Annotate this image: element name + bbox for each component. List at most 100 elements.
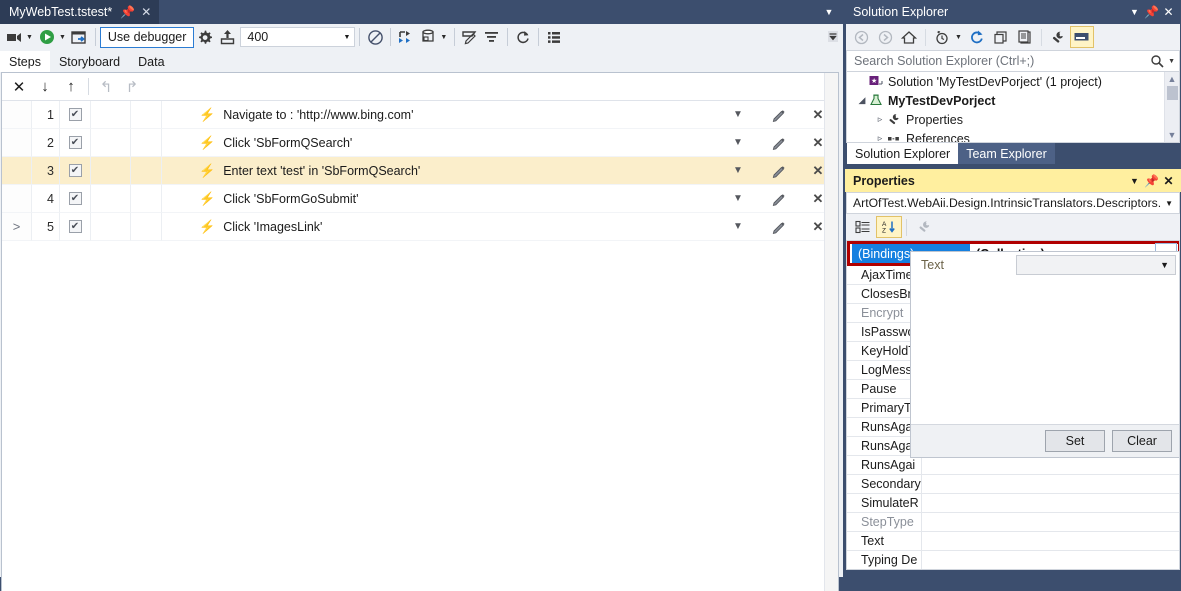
scroll-down-arrow[interactable]: ▼ (1168, 130, 1177, 140)
row-expander[interactable] (2, 101, 32, 129)
table-row[interactable]: 3 ✔ ⚡ Enter text 'test' in 'SbFormQSearc… (2, 157, 838, 185)
row-enabled-checkbox[interactable]: ✔ (59, 129, 91, 157)
show-all-files-icon[interactable] (1013, 26, 1037, 48)
list-icon[interactable] (543, 26, 565, 48)
property-value[interactable] (921, 550, 1179, 569)
tab-steps[interactable]: Steps (0, 51, 50, 72)
gear-icon[interactable] (194, 26, 216, 48)
record-icon[interactable] (3, 26, 25, 48)
tree-twisty[interactable]: ▹ (873, 133, 887, 142)
arrow-down-icon[interactable]: ↓ (32, 75, 58, 99)
steps-vertical-scrollbar[interactable] (824, 73, 838, 591)
row-enabled-checkbox[interactable]: ✔ (59, 101, 91, 129)
property-row[interactable]: Text (847, 531, 1179, 551)
search-solution-explorer-input[interactable]: Search Solution Explorer (Ctrl+;) ▼ (846, 50, 1180, 72)
pencil-icon[interactable] (758, 129, 798, 157)
tree-item-properties[interactable]: ▹ Properties (847, 110, 1179, 129)
pencil-icon[interactable] (758, 101, 798, 129)
chevron-down-icon[interactable]: ▼ (1168, 58, 1175, 65)
tab-storyboard[interactable]: Storyboard (49, 51, 130, 72)
row-expander[interactable] (2, 129, 32, 157)
scrollbar-thumb[interactable] (1166, 86, 1178, 100)
undo-icon[interactable]: ↰ (93, 75, 119, 99)
set-button[interactable]: Set (1045, 430, 1105, 452)
chevron-down-icon[interactable]: ▼ (1160, 260, 1169, 270)
use-debugger-button[interactable]: Use debugger (99, 26, 195, 48)
tree-twisty[interactable]: ◢ (855, 95, 869, 106)
property-value[interactable] (921, 455, 1179, 475)
categorized-view-icon[interactable] (850, 216, 876, 238)
row-enabled-checkbox[interactable]: ✔ (59, 157, 91, 185)
forward-arrow-icon[interactable] (873, 26, 897, 48)
pin-icon[interactable]: 📌 (120, 6, 135, 18)
edit-step-icon[interactable] (459, 26, 481, 48)
data-dropdown-icon[interactable]: ▼ (439, 34, 450, 41)
tree-twisty[interactable]: ▹ (873, 114, 887, 125)
tab-team-explorer[interactable]: Team Explorer (958, 143, 1055, 164)
property-value[interactable] (921, 531, 1179, 551)
property-row[interactable]: SimulateR (847, 493, 1179, 513)
property-value[interactable] (921, 570, 1179, 571)
chevron-down-icon[interactable]: ▼ (1126, 176, 1143, 186)
property-value[interactable] (921, 493, 1179, 513)
delay-input[interactable]: 400 ▼ (240, 27, 356, 47)
refresh-icon[interactable] (965, 26, 989, 48)
chevron-down-icon[interactable]: ▼ (718, 185, 758, 213)
tree-item-project[interactable]: ◢ MyTestDevPorject (847, 91, 1179, 110)
chevron-down-icon[interactable]: ▼ (718, 157, 758, 185)
pin-icon[interactable]: 📌 (1143, 5, 1160, 19)
table-row[interactable]: 4 ✔ ⚡ Click 'SbFormGoSubmit' ▼ ✕ (2, 185, 838, 213)
no-entry-icon[interactable] (364, 26, 386, 48)
table-row[interactable]: > 5 ✔ ⚡ Click 'ImagesLink' ▼ ✕ (2, 213, 838, 241)
table-row[interactable]: 1 ✔ ⚡ Navigate to : 'http://www.bing.com… (2, 101, 838, 129)
pencil-icon[interactable] (758, 185, 798, 213)
tab-solution-explorer[interactable]: Solution Explorer (847, 143, 959, 164)
filter-icon[interactable] (481, 26, 503, 48)
pin-icon[interactable]: 📌 (1143, 174, 1160, 188)
collapse-all-icon[interactable] (989, 26, 1013, 48)
tree-item-references[interactable]: ▹ References (847, 129, 1179, 143)
chevron-down-icon[interactable]: ▼ (1126, 7, 1143, 17)
chevron-down-icon[interactable]: ▼ (343, 34, 350, 41)
close-icon[interactable]: ✕ (140, 6, 152, 18)
tab-data[interactable]: Data (129, 51, 174, 72)
tabstrip-dropdown-icon[interactable]: ▼ (819, 0, 839, 24)
chevron-down-icon[interactable]: ▼ (718, 213, 758, 241)
run-icon[interactable] (36, 26, 58, 48)
row-expander[interactable]: > (2, 213, 32, 241)
properties-object-selector[interactable]: ArtOfTest.WebAii.Design.IntrinsicTransla… (846, 192, 1180, 214)
pencil-icon[interactable] (758, 157, 798, 185)
playback-icon[interactable] (69, 26, 91, 48)
wrench-icon[interactable] (1046, 26, 1070, 48)
chevron-down-icon[interactable]: ▼ (1161, 199, 1177, 208)
scroll-up-arrow[interactable]: ▲ (1168, 74, 1177, 84)
record-dropdown-icon[interactable]: ▼ (25, 34, 36, 41)
solution-tree-scrollbar[interactable]: ▲ ▼ (1164, 72, 1179, 142)
close-icon[interactable]: ✕ (1160, 5, 1177, 19)
data-source-icon[interactable] (417, 26, 439, 48)
row-enabled-checkbox[interactable]: ✔ (59, 213, 91, 241)
row-enabled-checkbox[interactable]: ✔ (59, 185, 91, 213)
tree-item-solution[interactable]: ★ Solution 'MyTestDevPorject' (1 project… (847, 72, 1179, 91)
pencil-icon[interactable] (758, 213, 798, 241)
pending-changes-icon[interactable] (930, 26, 954, 48)
clear-button[interactable]: Clear (1112, 430, 1172, 452)
preview-selected-items-icon[interactable] (1069, 26, 1094, 48)
property-value[interactable] (921, 474, 1179, 494)
close-icon[interactable]: ✕ (1160, 174, 1177, 188)
row-expander[interactable] (2, 185, 32, 213)
binding-source-combobox[interactable]: ▼ (1016, 255, 1176, 275)
bindings-icon[interactable] (395, 26, 417, 48)
chevron-down-icon[interactable]: ▼ (718, 129, 758, 157)
document-tab-mywebtest[interactable]: MyWebTest.tstest* 📌 ✕ (0, 0, 160, 24)
alphabetical-sort-icon[interactable]: AZ (876, 216, 902, 238)
magnifier-icon[interactable] (1150, 54, 1164, 68)
property-row[interactable]: Secondary (847, 474, 1179, 494)
wrench-icon[interactable] (911, 216, 937, 238)
table-row[interactable]: 2 ✔ ⚡ Click 'SbFormQSearch' ▼ ✕ (2, 129, 838, 157)
arrow-up-icon[interactable]: ↑ (58, 75, 84, 99)
pending-changes-dropdown-icon[interactable]: ▼ (954, 34, 965, 41)
export-icon[interactable] (216, 26, 238, 48)
overflow-chevron-icon[interactable] (825, 26, 841, 48)
run-dropdown-icon[interactable]: ▼ (58, 34, 69, 41)
